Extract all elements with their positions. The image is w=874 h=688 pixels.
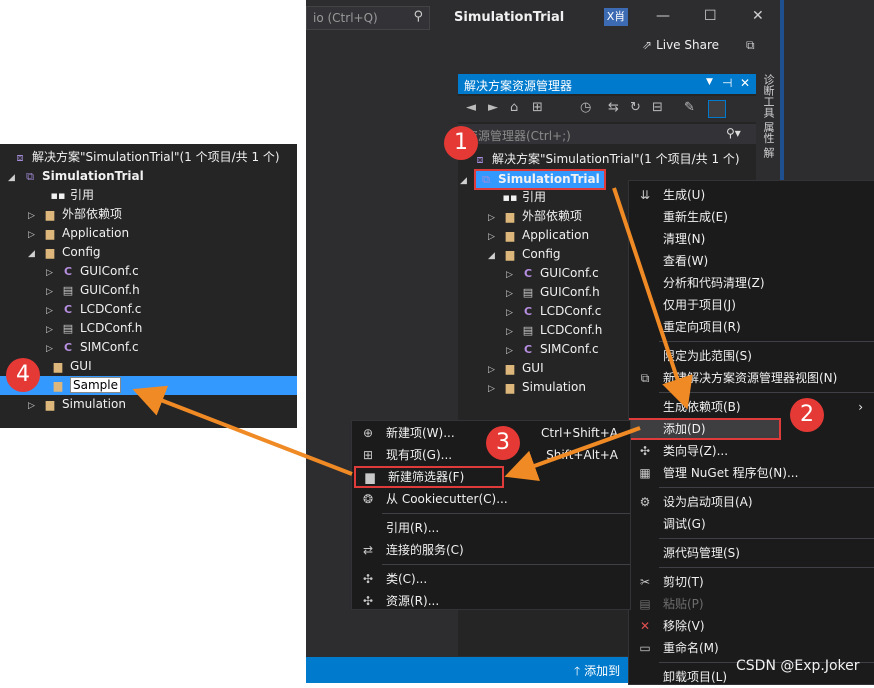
watermark: CSDN @Exp.Joker [736,658,860,674]
arrow-3-to-4 [132,385,353,476]
arrow-1-to-2 [612,187,693,410]
step-badge-3: 3 [486,426,520,460]
step-badge-2: 2 [790,398,824,432]
arrow-2-to-3 [504,426,641,481]
step-badge-4: 4 [6,358,40,392]
step-badge-1: 1 [444,126,478,160]
annotation-arrows [132,187,693,481]
